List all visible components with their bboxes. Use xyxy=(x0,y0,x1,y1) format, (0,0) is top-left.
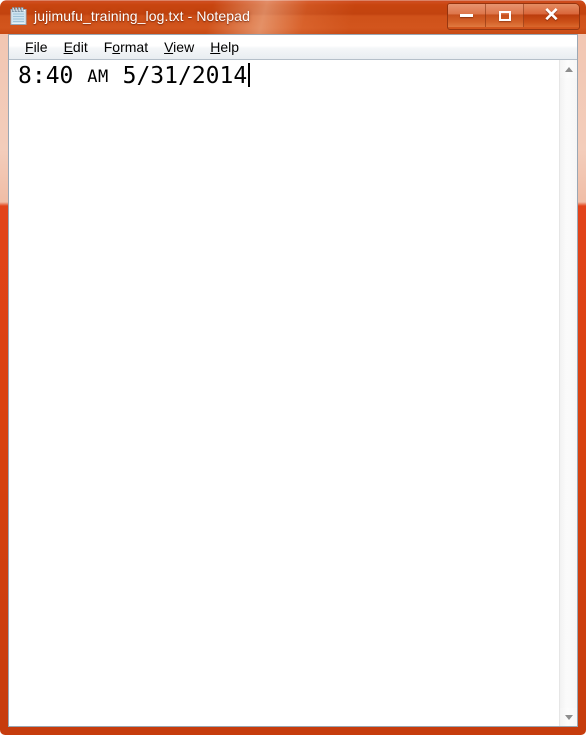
menu-view-label: iew xyxy=(173,38,195,55)
log-date: 5/31/2014 xyxy=(122,63,248,89)
minimize-button[interactable] xyxy=(448,4,486,27)
close-icon: ✕ xyxy=(543,5,560,26)
scroll-up-arrow-icon xyxy=(564,66,573,72)
scroll-down-arrow-icon xyxy=(564,714,573,720)
menu-item-file[interactable]: File xyxy=(17,37,56,58)
maximize-button[interactable] xyxy=(486,4,524,27)
menu-item-view[interactable]: View xyxy=(156,37,202,58)
menu-bar: File Edit Format View Help xyxy=(9,35,577,60)
menu-file-accesskey: F xyxy=(25,38,34,55)
window-title: jujimufu_training_log.txt - Notepad xyxy=(34,8,250,24)
client-area: File Edit Format View Help 8:40 AM 5/31/… xyxy=(8,34,578,727)
text-editor[interactable]: 8:40 AM 5/31/2014 xyxy=(9,60,577,726)
menu-file-label: ile xyxy=(33,38,48,55)
maximize-icon xyxy=(498,10,511,21)
menu-help-accesskey: H xyxy=(210,38,221,55)
menu-help-label: elp xyxy=(220,38,239,55)
minimize-icon xyxy=(460,14,473,17)
text-caret xyxy=(248,63,251,87)
menu-edit-accesskey: E xyxy=(63,38,73,55)
notepad-icon xyxy=(10,7,27,25)
close-button[interactable]: ✕ xyxy=(524,4,579,27)
menu-format-label: rmat xyxy=(120,38,149,55)
menu-item-help[interactable]: Help xyxy=(202,37,247,58)
menu-edit-label: dit xyxy=(72,38,88,55)
document-line: 8:40 AM 5/31/2014 xyxy=(18,63,251,91)
scroll-up-button[interactable] xyxy=(560,60,577,78)
notepad-window: jujimufu_training_log.txt - Notepad ✕ Fi… xyxy=(0,0,586,735)
menu-format-prefix: F xyxy=(103,38,113,55)
window-controls: ✕ xyxy=(447,3,580,30)
scroll-down-button[interactable] xyxy=(560,708,577,726)
title-bar[interactable]: jujimufu_training_log.txt - Notepad ✕ xyxy=(0,0,586,34)
log-time: 8:40 xyxy=(18,63,74,89)
menu-item-format[interactable]: Format xyxy=(96,37,156,58)
log-meridiem: AM xyxy=(87,67,109,87)
menu-format-accesskey: o xyxy=(112,38,121,55)
menu-view-accesskey: V xyxy=(164,38,174,55)
menu-item-edit[interactable]: Edit xyxy=(56,37,96,58)
vertical-scrollbar[interactable] xyxy=(559,60,577,726)
